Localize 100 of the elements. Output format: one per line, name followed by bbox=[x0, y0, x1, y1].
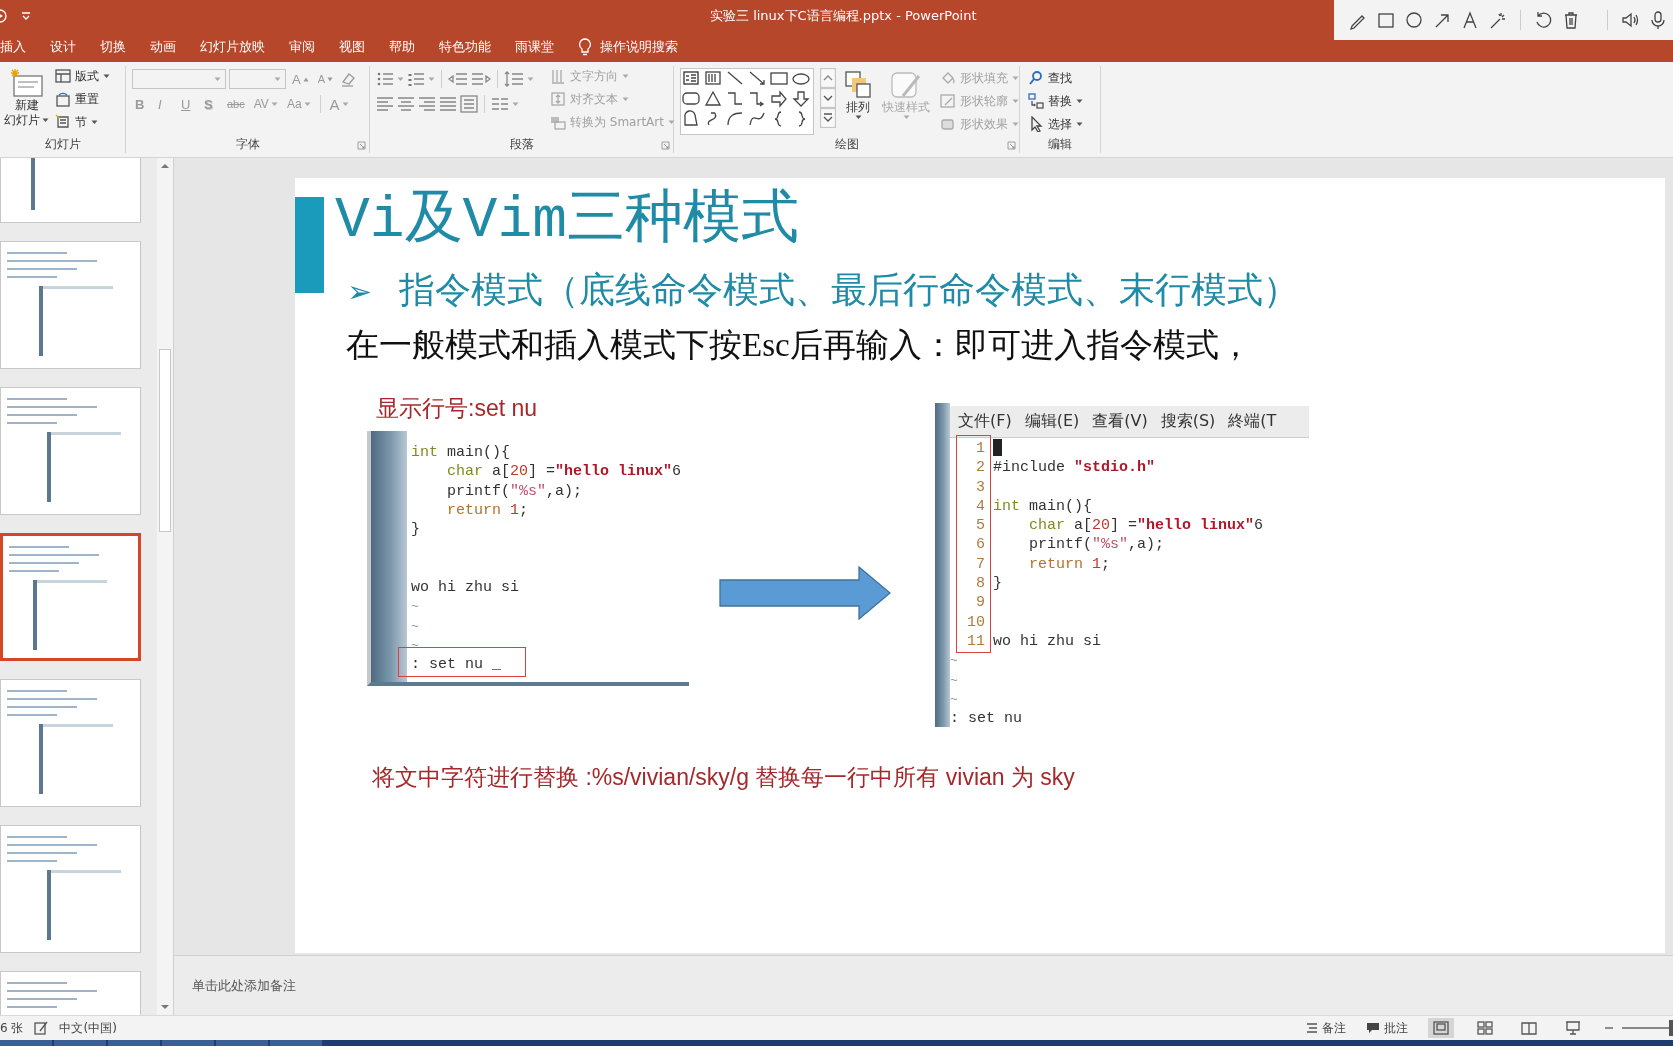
comments-button[interactable]: 批注 bbox=[1366, 1019, 1408, 1037]
footer-text: 将文中字符进行替换 :%s/vivian/sky/g 替换每一行中所有 vivian 为 sky bbox=[372, 763, 1075, 792]
ribbon-button[interactable]: 重置 bbox=[53, 89, 112, 109]
menu-item[interactable]: 文件(F) bbox=[958, 411, 1012, 432]
code-line: char a[20] ="hello linux"6 bbox=[446, 462, 682, 482]
ribbon-tab[interactable]: 帮助 bbox=[389, 34, 415, 60]
slide-thumbnail[interactable] bbox=[0, 825, 141, 953]
microphone-icon[interactable] bbox=[1648, 10, 1668, 30]
slide-thumbnail[interactable] bbox=[0, 387, 141, 515]
circle-icon[interactable] bbox=[1404, 10, 1424, 30]
scrollbar[interactable] bbox=[157, 158, 173, 1015]
numbered-list-icon[interactable] bbox=[407, 70, 425, 88]
line-number: 9 bbox=[975, 593, 986, 613]
code-line: printf("%s",a); bbox=[1028, 535, 1165, 555]
code-line: char a[20] ="hello linux"6 bbox=[1028, 516, 1264, 536]
caret-icon bbox=[1012, 98, 1019, 104]
zoom-slider-thumb[interactable] bbox=[1668, 1020, 1673, 1036]
notes-icon bbox=[1306, 1022, 1318, 1034]
menu-item[interactable]: 编辑(E) bbox=[1024, 411, 1080, 432]
command-line: : set nu bbox=[950, 709, 1022, 727]
ribbon-tab[interactable]: 幻灯片放映 bbox=[200, 34, 265, 60]
align-left-icon[interactable] bbox=[376, 95, 394, 113]
notes-pane[interactable]: 单击此处添加备注 bbox=[174, 955, 1673, 1015]
new-slide-icon bbox=[9, 68, 44, 98]
speaker-icon[interactable] bbox=[1620, 10, 1640, 30]
caret-icon bbox=[42, 118, 49, 123]
dialog-launcher-icon[interactable] bbox=[1007, 141, 1016, 150]
slide-thumbnail[interactable] bbox=[0, 241, 141, 369]
line-number: 8 bbox=[975, 574, 986, 594]
layout-icon bbox=[55, 68, 71, 84]
slide-thumbnail[interactable] bbox=[0, 533, 141, 661]
increase-indent-icon[interactable] bbox=[471, 70, 491, 88]
decrease-indent-icon[interactable] bbox=[448, 70, 468, 88]
ribbon-button[interactable]: 节 bbox=[53, 112, 112, 132]
tilde-marker: ~ bbox=[950, 690, 958, 709]
more-shapes-icon[interactable] bbox=[820, 108, 836, 128]
ribbon-tab[interactable]: 特色功能 bbox=[439, 34, 491, 60]
scroll-down-icon[interactable] bbox=[820, 88, 836, 108]
code-line: } bbox=[993, 574, 1002, 594]
menu-item[interactable]: 查看(V) bbox=[1092, 411, 1148, 432]
notes-button[interactable]: 备注 bbox=[1306, 1019, 1346, 1037]
view-button[interactable] bbox=[1428, 1018, 1454, 1038]
columns-icon[interactable] bbox=[491, 95, 509, 113]
caret-icon[interactable] bbox=[20, 11, 32, 21]
group-label: 编辑 bbox=[1048, 135, 1072, 153]
line-spacing-icon[interactable] bbox=[504, 70, 524, 88]
code-line: return 1; bbox=[1028, 554, 1111, 575]
lightbulb-icon[interactable] bbox=[578, 38, 592, 56]
smartart-icon bbox=[550, 114, 566, 130]
distribute-icon[interactable] bbox=[460, 95, 478, 113]
ribbon-tab[interactable]: 动画 bbox=[150, 34, 176, 60]
caret-icon bbox=[667, 119, 675, 125]
language-indicator[interactable]: 中文(中国) bbox=[59, 1019, 117, 1037]
bullet-list-icon[interactable] bbox=[376, 70, 394, 88]
code-line: int main(){ bbox=[411, 443, 511, 463]
ribbon-tab[interactable]: 插入 bbox=[0, 34, 26, 60]
presentation-icon bbox=[1565, 1020, 1581, 1036]
magic-wand-icon[interactable] bbox=[1488, 10, 1508, 30]
ribbon-tab[interactable]: 切换 bbox=[100, 34, 126, 60]
caret-icon bbox=[512, 101, 519, 107]
ribbon-tab[interactable]: 视图 bbox=[339, 34, 365, 60]
caret-icon bbox=[341, 101, 349, 107]
rectangle-icon[interactable] bbox=[1376, 10, 1396, 30]
ribbon-button[interactable]: 选择 bbox=[1026, 114, 1085, 134]
normal-view-icon bbox=[1433, 1020, 1449, 1036]
reset-icon bbox=[55, 91, 71, 107]
search-icon bbox=[1028, 70, 1044, 86]
font-name-field[interactable] bbox=[132, 69, 226, 89]
font-size-field[interactable] bbox=[229, 69, 286, 89]
caret-icon bbox=[428, 76, 435, 82]
notes-check-icon[interactable] bbox=[33, 1020, 50, 1036]
ribbon-button[interactable]: 版式 bbox=[53, 66, 112, 86]
command-line: : set nu _ bbox=[411, 655, 501, 675]
cursor-icon bbox=[1028, 116, 1044, 132]
tilde-marker: ~ bbox=[411, 598, 419, 617]
justify-icon[interactable] bbox=[439, 95, 457, 113]
caret-icon bbox=[622, 96, 629, 102]
slide-counter: 6 张 bbox=[0, 1019, 24, 1037]
scroll-up-icon[interactable] bbox=[820, 68, 836, 88]
menu-item[interactable]: 終端(T bbox=[1228, 411, 1277, 432]
ribbon-tab[interactable]: 雨课堂 bbox=[515, 34, 554, 60]
dialog-launcher-icon[interactable] bbox=[357, 141, 366, 150]
new-slide-button[interactable]: 新建 幻灯片 bbox=[2, 66, 51, 135]
brush-icon bbox=[889, 70, 923, 100]
ribbon-button[interactable]: 替换 bbox=[1026, 91, 1085, 111]
menu-item[interactable]: 搜索(S) bbox=[1160, 411, 1216, 432]
scrollbar-thumb[interactable] bbox=[159, 349, 171, 532]
ribbon-tab[interactable]: 审阅 bbox=[289, 34, 315, 60]
arrange-button[interactable]: 排列 bbox=[842, 68, 874, 135]
line-number: 6 bbox=[975, 535, 986, 555]
caret-icon bbox=[1012, 121, 1019, 127]
slide-thumbnail[interactable] bbox=[0, 679, 141, 807]
caret-icon bbox=[214, 76, 221, 82]
ribbon-tab[interactable]: 设计 bbox=[50, 34, 76, 60]
ribbon-button[interactable]: 查找 bbox=[1026, 68, 1085, 88]
tell-me-search[interactable]: 操作说明搜索 bbox=[600, 38, 678, 56]
dialog-launcher-icon[interactable] bbox=[661, 141, 670, 150]
group-label: 幻灯片 bbox=[44, 135, 81, 153]
align-center-icon[interactable] bbox=[397, 95, 415, 113]
align-right-icon[interactable] bbox=[418, 95, 436, 113]
